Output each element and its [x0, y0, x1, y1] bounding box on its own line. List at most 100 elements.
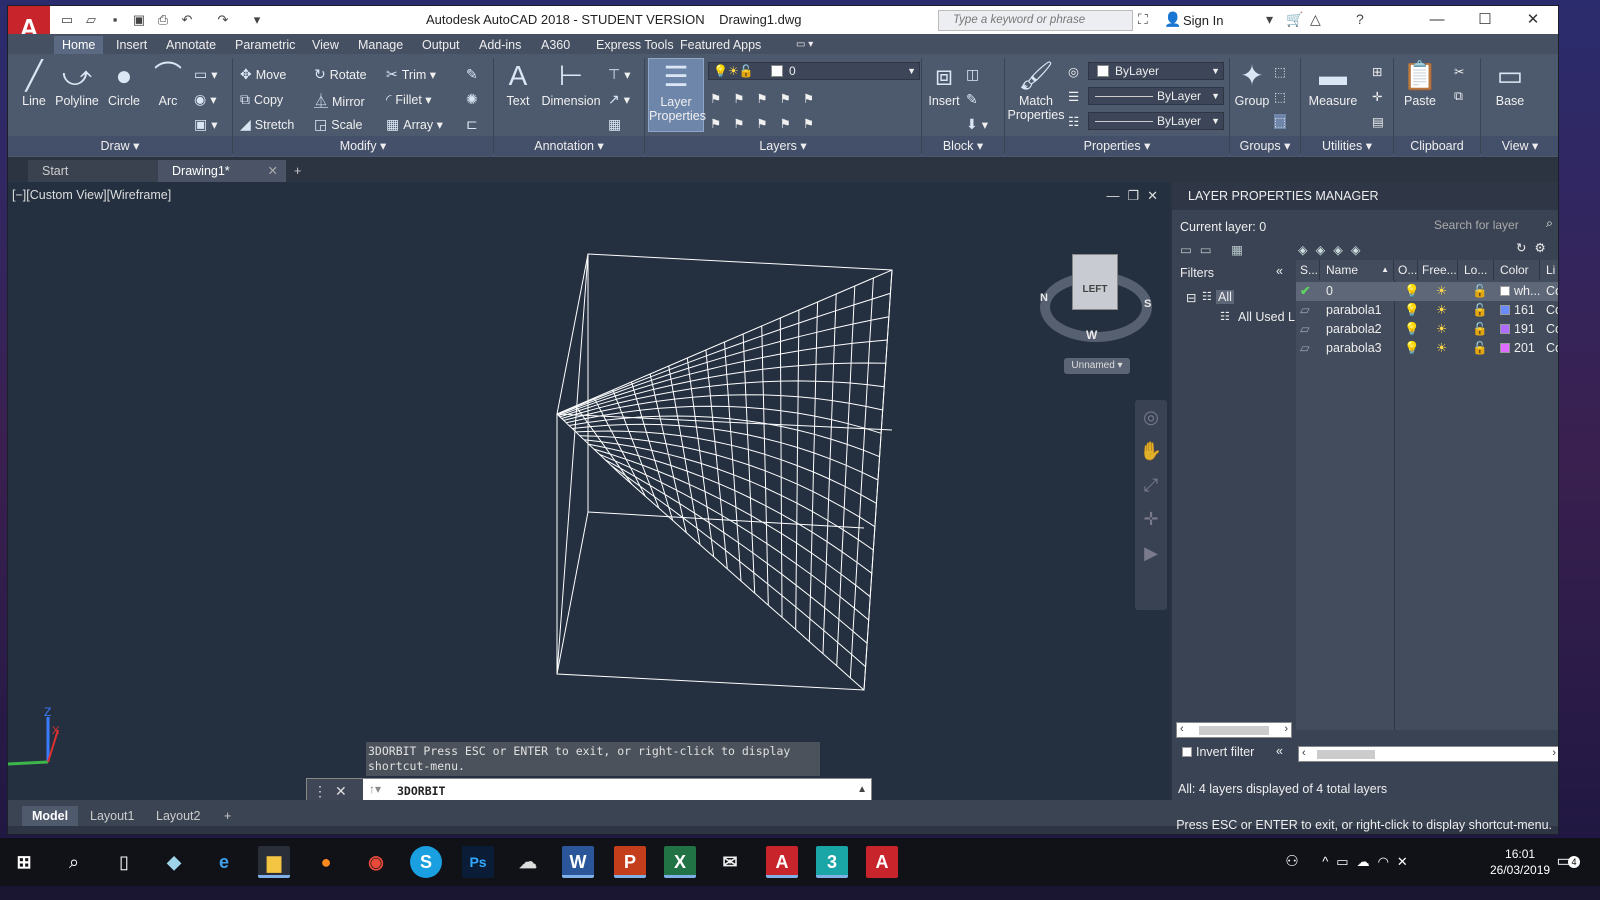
layout2-tab[interactable]: Layout2	[146, 806, 210, 826]
skype-icon[interactable]: S	[410, 846, 442, 878]
filter-horizontal-scrollbar[interactable]: ‹ ›	[1176, 722, 1292, 738]
move-button[interactable]: ✥ Move	[240, 66, 286, 83]
tab-parametric[interactable]: Parametric	[227, 36, 303, 54]
search-icon[interactable]: ⌕	[58, 846, 90, 878]
tab-view[interactable]: View	[304, 36, 347, 54]
lineweight-dropdown[interactable]: ByLayer ▼	[1088, 87, 1224, 105]
layer-name[interactable]: parabola1	[1326, 301, 1382, 320]
layer-color[interactable]: wh...	[1500, 282, 1540, 301]
undo-icon[interactable]: ↶	[178, 11, 196, 29]
sun-thaw-icon[interactable]: ☀	[1436, 339, 1447, 358]
binoculars-icon[interactable]: ⛶	[1138, 11, 1148, 28]
refresh-settings-icons[interactable]: ↻⚙	[1516, 240, 1554, 255]
add-layout-icon[interactable]: +	[214, 806, 241, 826]
mirror-button[interactable]: ⏅ Mirror	[314, 91, 365, 111]
layer-name[interactable]: 0	[1326, 282, 1333, 301]
dimension-button[interactable]: ⊢ Dimension	[538, 58, 604, 108]
explode-button[interactable]: ✺	[466, 91, 482, 108]
lineweight-icon[interactable]: ☰	[1068, 89, 1079, 104]
notifications-icon[interactable]: ▭ 4	[1548, 846, 1580, 878]
erase-button[interactable]: ✎	[466, 66, 482, 83]
sun-thaw-icon[interactable]: ☀	[1436, 320, 1447, 339]
tab-express-tools[interactable]: Express Tools	[588, 36, 682, 54]
view-panel-title[interactable]: View ▾	[1481, 136, 1558, 156]
layer-linetype[interactable]: Co	[1546, 320, 1558, 339]
word-icon[interactable]: W	[562, 846, 594, 878]
viewcube-menu[interactable]: Unnamed ▾	[1064, 358, 1130, 374]
excel-icon[interactable]: X	[664, 846, 696, 878]
tab-annotate[interactable]: Annotate	[158, 36, 224, 54]
measure-button[interactable]: ▬ Measure	[1304, 58, 1362, 108]
tab-manage[interactable]: Manage	[350, 36, 411, 54]
firefox-icon[interactable]: ●	[310, 846, 342, 878]
offset-button[interactable]: ⊏	[466, 116, 482, 133]
a360-icon[interactable]: △	[1310, 11, 1321, 28]
layer-tools-row2[interactable]: ⚑⚑⚑⚑⚑	[710, 116, 826, 131]
cart-icon[interactable]: 🛒	[1286, 11, 1303, 28]
color-wheel-icon[interactable]: ◎	[1068, 64, 1079, 79]
filter-toolbar-icons[interactable]: ▭▭ ▦	[1180, 242, 1251, 257]
col-on[interactable]: O...	[1394, 260, 1418, 280]
col-lock[interactable]: Lo...	[1458, 260, 1494, 280]
layer-search-icon[interactable]: ⌕	[1546, 216, 1553, 231]
invert-filter-checkbox[interactable]: Invert filter	[1182, 745, 1254, 759]
close-tab-icon[interactable]: ✕	[268, 160, 278, 182]
cut-icon[interactable]: ✂	[1454, 64, 1464, 79]
stretch-button[interactable]: ◢ Stretch	[240, 116, 294, 133]
polyline-button[interactable]: ⤻ Polyline	[52, 58, 102, 108]
unlock-icon[interactable]: 🔓	[1472, 320, 1488, 339]
windows-start-icon[interactable]: ⊞	[8, 846, 40, 878]
autocad-task-icon[interactable]: A	[766, 846, 798, 878]
redo-icon[interactable]: ↷	[214, 11, 232, 29]
col-name[interactable]: Name ▲	[1320, 260, 1394, 280]
tab-home[interactable]: Home	[54, 36, 104, 54]
minimize-icon[interactable]: —	[1414, 8, 1460, 32]
layer-color[interactable]: 201	[1500, 339, 1535, 358]
people-icon[interactable]: ⚇	[1276, 846, 1308, 878]
unlock-icon[interactable]: 🔓	[1472, 339, 1488, 358]
match-properties-button[interactable]: 🖌 Match Properties	[1006, 58, 1066, 122]
multileader-button[interactable]: ↗ ▾	[608, 91, 630, 108]
internet-explorer-icon[interactable]: e	[208, 846, 240, 878]
system-clock[interactable]: 16:01 26/03/2019	[1490, 846, 1550, 878]
group-edit-icon[interactable]: ⬚	[1274, 89, 1286, 104]
boundary-button[interactable]: ▣ ▾	[194, 116, 218, 133]
layer-search-input[interactable]: Search for layer	[1434, 218, 1519, 232]
layer-name[interactable]: parabola3	[1326, 339, 1382, 358]
unlock-icon[interactable]: 🔓	[1472, 301, 1488, 320]
pan-icon[interactable]: ✋	[1135, 434, 1167, 468]
rotate-button[interactable]: ↻ Rotate	[314, 66, 367, 83]
col-linetype[interactable]: Li	[1540, 260, 1558, 280]
new-icon[interactable]: ▭	[58, 11, 76, 29]
sun-thaw-icon[interactable]: ☀	[1436, 282, 1447, 301]
showmotion-icon[interactable]: ▶	[1135, 536, 1167, 570]
layer-toolbar-icons[interactable]: ◈◈◈◈	[1298, 242, 1368, 257]
quick-calc-icon[interactable]: ⊞	[1372, 64, 1382, 79]
calculator-icon[interactable]: ▤	[1372, 114, 1384, 129]
bulb-on-icon[interactable]: 💡	[1404, 339, 1420, 358]
tab-addins[interactable]: Add-ins	[471, 36, 529, 54]
layer-linetype[interactable]: Co	[1546, 339, 1558, 358]
help-icon[interactable]: ?	[1356, 11, 1364, 27]
app-icon[interactable]: ◆	[158, 846, 190, 878]
tab-insert[interactable]: Insert	[108, 36, 155, 54]
model-tab[interactable]: Model	[22, 806, 79, 826]
user-icon[interactable]: 👤	[1164, 11, 1181, 28]
tab-output[interactable]: Output	[414, 36, 468, 54]
group-button[interactable]: ✦ Group	[1232, 58, 1272, 108]
collapse-filters-icon-bottom[interactable]: «	[1276, 744, 1283, 758]
signin-dropdown-icon[interactable]: ▾	[1266, 11, 1273, 28]
id-point-icon[interactable]: ✛	[1372, 89, 1382, 104]
ribbon-options-icon[interactable]: ▭ ▾	[788, 36, 821, 54]
app3-icon[interactable]: 3	[816, 846, 848, 878]
open-icon[interactable]: ▱	[82, 11, 100, 29]
insert-button[interactable]: ⧈ Insert	[924, 58, 964, 108]
layers-horizontal-scrollbar[interactable]: ‹ ›	[1298, 746, 1558, 762]
block-panel-title[interactable]: Block ▾	[922, 136, 1004, 156]
modify-panel-title[interactable]: Modify ▾	[233, 136, 493, 156]
print-icon[interactable]: ⎙	[154, 11, 172, 29]
zoom-icon[interactable]: ⤢	[1135, 468, 1167, 502]
system-tray-icons[interactable]: ^▭☁◠✕	[1314, 846, 1424, 878]
sun-thaw-icon[interactable]: ☀	[1436, 301, 1447, 320]
file-explorer-icon[interactable]: ▆	[258, 846, 290, 878]
